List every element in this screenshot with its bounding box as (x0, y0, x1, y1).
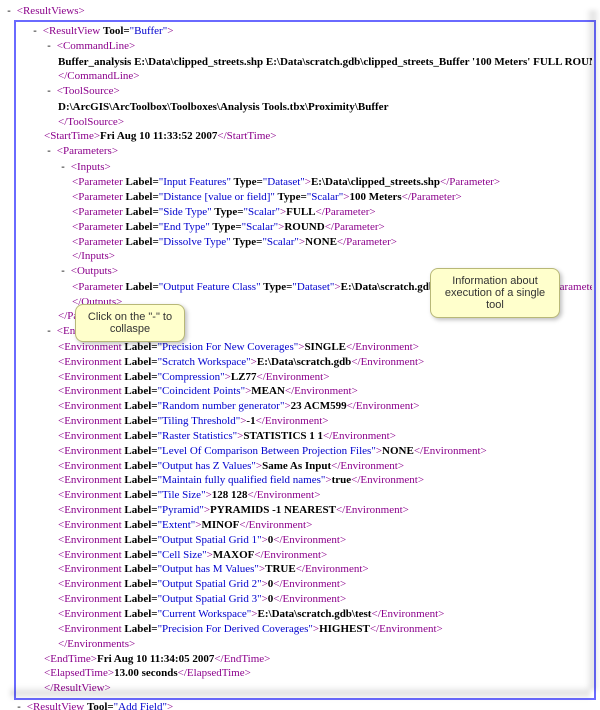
minus-icon[interactable]: - (30, 26, 40, 40)
environment-line: <Environment Label="Output has Z Values"… (58, 459, 592, 474)
minus-icon[interactable]: - (44, 41, 54, 55)
environment-line: <Environment Label="Compression">LZ77</E… (58, 370, 592, 385)
environment-line: <Environment Label="Tiling Threshold">-1… (58, 414, 592, 429)
minus-icon[interactable]: - (44, 146, 54, 160)
environment-line: <Environment Label="Extent">MINOF</Envir… (58, 518, 592, 533)
root-open: - <ResultViews> (4, 4, 596, 20)
environment-line: <Environment Label="Scratch Workspace">E… (58, 355, 592, 370)
environment-line: <Environment Label="Level Of Comparison … (58, 444, 592, 459)
resultview-close: </ResultView> (44, 681, 592, 696)
toolsource-close: </ToolSource> (58, 115, 592, 130)
parameter-line: <Parameter Label="Input Features" Type="… (72, 175, 592, 190)
inputs-list: <Parameter Label="Input Features" Type="… (18, 175, 592, 249)
parameter-line: <Parameter Label="Dissolve Type" Type="S… (72, 235, 592, 250)
environments-close: </Environments> (58, 637, 592, 652)
environment-line: <Environment Label="Coincident Points">M… (58, 384, 592, 399)
resultview-highlight-box: - <ResultView Tool="Buffer"> - <CommandL… (14, 20, 596, 701)
environment-line: <Environment Label="Random number genera… (58, 399, 592, 414)
parameter-line: <Parameter Label="Distance [value or fie… (72, 190, 592, 205)
environment-line: <Environment Label="Pyramid">PYRAMIDS -1… (58, 503, 592, 518)
resultview-open: - <ResultView Tool="Buffer"> (30, 24, 592, 40)
minus-icon[interactable]: - (44, 326, 54, 340)
environment-line: <Environment Label="Precision For New Co… (58, 340, 592, 355)
inputs-open: - <Inputs> (58, 160, 592, 176)
environment-line: <Environment Label="Output Spatial Grid … (58, 533, 592, 548)
toolsource-text: D:\ArcGIS\ArcToolbox\Toolboxes\Analysis … (58, 100, 592, 115)
commandline-close: </CommandLine> (58, 69, 592, 84)
callout-info: Information about execution of a single … (430, 268, 560, 318)
inputs-close: </Inputs> (72, 249, 592, 264)
elapsedtime-line: <ElapsedTime>13.00 seconds</ElapsedTime> (44, 666, 592, 681)
minus-icon[interactable]: - (44, 86, 54, 100)
environment-line: <Environment Label="Output Spatial Grid … (58, 577, 592, 592)
parameters-open: - <Parameters> (44, 144, 592, 160)
minus-icon[interactable]: - (58, 266, 68, 280)
environment-line: <Environment Label="Cell Size">MAXOF</En… (58, 548, 592, 563)
xml-tree: - <ResultViews> - <ResultView Tool="Buff… (4, 4, 596, 710)
parameter-line: <Parameter Label="Side Type" Type="Scala… (72, 205, 592, 220)
environment-line: <Environment Label="Tile Size">128 128</… (58, 488, 592, 503)
environment-line: <Environment Label="Output has M Values"… (58, 562, 592, 577)
next-resultview-open: - <ResultView Tool="Add Field"> (14, 700, 596, 710)
commandline-open: - <CommandLine> (44, 39, 592, 55)
minus-icon[interactable]: - (58, 162, 68, 176)
environment-line: <Environment Label="Maintain fully quali… (58, 473, 592, 488)
callout-collapse: Click on the "-" to collaspe (75, 304, 185, 342)
commandline-text: Buffer_analysis E:\Data\clipped_streets.… (58, 55, 592, 70)
parameter-line: <Parameter Label="End Type" Type="Scalar… (72, 220, 592, 235)
environment-line: <Environment Label="Output Spatial Grid … (58, 592, 592, 607)
minus-icon[interactable]: - (4, 6, 14, 20)
environment-line: <Environment Label="Current Workspace">E… (58, 607, 592, 622)
callout-collapse-text: Click on the "-" to collaspe (88, 311, 172, 335)
starttime-line: <StartTime>Fri Aug 10 11:33:52 2007</Sta… (44, 129, 592, 144)
minus-icon[interactable]: - (14, 702, 24, 710)
callout-info-text: Information about execution of a single … (445, 275, 545, 311)
environments-list: <Environment Label="Precision For New Co… (18, 340, 592, 637)
endtime-line: <EndTime>Fri Aug 10 11:34:05 2007</EndTi… (44, 652, 592, 667)
toolsource-open: - <ToolSource> (44, 84, 592, 100)
environment-line: <Environment Label="Precision For Derive… (58, 622, 592, 637)
environment-line: <Environment Label="Raster Statistics">S… (58, 429, 592, 444)
